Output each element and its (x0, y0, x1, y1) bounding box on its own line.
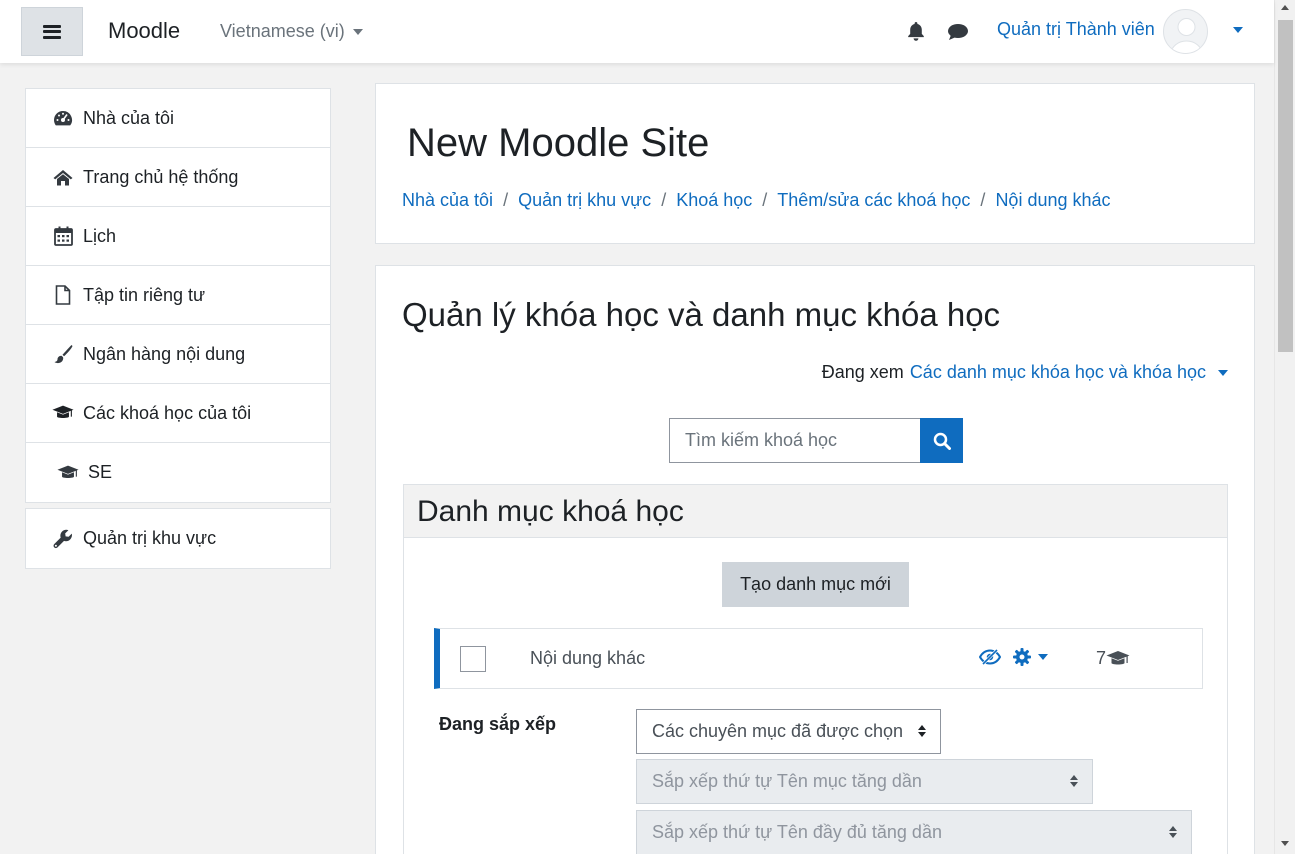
page-header: New Moodle Site Nhà của tôi / Quản trị k… (375, 83, 1255, 244)
graduation-cap-icon (1106, 650, 1130, 664)
select-arrows-icon (1169, 826, 1177, 838)
course-search (669, 418, 963, 463)
top-navbar: Moodle Vietnamese (vi) Quản trị Thành vi… (0, 0, 1274, 63)
breadcrumb-separator: / (762, 190, 768, 210)
search-icon (933, 432, 951, 450)
course-count-value: 7 (1096, 648, 1107, 668)
sidebar-item-site-admin[interactable]: Quản trị khu vực (26, 509, 330, 568)
file-icon (52, 285, 74, 305)
viewing-label: Đang xem (821, 362, 904, 382)
sidebar-item-course-se[interactable]: SE (26, 443, 330, 502)
sidebar-item-private-files[interactable]: Tập tin riêng tư (26, 266, 330, 325)
breadcrumb-separator: / (980, 190, 986, 210)
paintbrush-icon (52, 344, 74, 364)
view-mode-selector: Đang xem Các danh mục khóa học và khóa h… (822, 362, 1228, 383)
category-panel-title: Danh mục khoá học (404, 485, 1227, 538)
drawer-admin-list: Quản trị khu vực (25, 508, 331, 569)
scroll-down-arrow-icon[interactable] (1281, 841, 1289, 846)
section-heading: Quản lý khóa học và danh mục khóa học (402, 296, 1001, 333)
page-title: New Moodle Site (407, 121, 710, 165)
search-button[interactable] (920, 418, 963, 463)
sidebar-item-label: Quản trị khu vực (83, 528, 217, 548)
chevron-down-icon (1038, 654, 1048, 660)
wrench-icon (52, 529, 74, 549)
sidebar-item-label: Trang chủ hệ thống (83, 166, 239, 187)
create-category-button[interactable]: Tạo danh mục mới (722, 562, 909, 607)
user-name-link[interactable]: Quản trị Thành viên (997, 19, 1155, 40)
home-icon (52, 167, 74, 187)
user-silhouette-icon (1164, 10, 1207, 53)
dashboard-icon (52, 108, 74, 128)
sort-scope-select[interactable]: Các chuyên mục đã được chọn (636, 709, 941, 754)
site-brand[interactable]: Moodle (108, 18, 180, 44)
category-checkbox[interactable] (460, 646, 486, 672)
breadcrumb-dashboard[interactable]: Nhà của tôi (402, 190, 493, 211)
course-count: 7 (1096, 648, 1130, 669)
breadcrumb-miscellaneous[interactable]: Nội dung khác (995, 190, 1110, 211)
bell-icon[interactable] (906, 21, 926, 42)
sidebar-item-site-home[interactable]: Trang chủ hệ thống (26, 148, 330, 207)
category-sort-select[interactable]: Sắp xếp thứ tự Tên mục tăng dần (636, 759, 1093, 804)
search-input[interactable] (669, 418, 920, 463)
user-menu-chevron-icon[interactable] (1233, 27, 1243, 33)
sidebar-item-label: SE (88, 462, 113, 482)
breadcrumb-courses[interactable]: Khoá học (676, 190, 752, 211)
category-panel: Danh mục khoá học Tạo danh mục mới Nội d… (403, 484, 1228, 854)
breadcrumb-separator: / (503, 190, 509, 210)
sidebar-item-label: Lịch (83, 225, 117, 246)
main-content: Quản lý khóa học và danh mục khóa học Đa… (375, 265, 1255, 854)
sidebar-item-label: Ngân hàng nội dung (83, 343, 246, 364)
sidebar-item-calendar[interactable]: Lịch (26, 207, 330, 266)
eye-icon[interactable] (979, 649, 1001, 665)
breadcrumb-separator: / (661, 190, 667, 210)
calendar-icon (52, 226, 74, 246)
nav-drawer: Nhà của tôi Trang chủ hệ thống Lịch Tập … (0, 63, 356, 854)
gear-icon (1013, 648, 1031, 666)
category-sort-value: Sắp xếp thứ tự Tên mục tăng dần (652, 771, 922, 791)
hamburger-icon (43, 24, 61, 39)
select-arrows-icon (918, 725, 926, 737)
message-icon[interactable] (947, 23, 969, 41)
course-sort-value: Sắp xếp thứ tự Tên đầy đủ tăng dần (652, 822, 942, 842)
sidebar-item-dashboard[interactable]: Nhà của tôi (26, 89, 330, 148)
category-name[interactable]: Nội dung khác (530, 648, 645, 669)
breadcrumb-manage-courses[interactable]: Thêm/sửa các khoá học (777, 190, 970, 211)
chevron-down-icon (352, 28, 363, 35)
chevron-down-icon (1218, 369, 1228, 376)
sidebar-item-label: Nhà của tôi (83, 107, 175, 128)
select-arrows-icon (1070, 775, 1078, 787)
sidebar-item-my-courses[interactable]: Các khoá học của tôi (26, 384, 330, 443)
page-scrollbar[interactable] (1274, 0, 1295, 854)
breadcrumb-site-admin[interactable]: Quản trị khu vực (518, 190, 651, 211)
sidebar-item-content-bank[interactable]: Ngân hàng nội dung (26, 325, 330, 384)
drawer-nav-list: Nhà của tôi Trang chủ hệ thống Lịch Tập … (25, 88, 331, 503)
sidebar-item-label: Tập tin riêng tư (83, 284, 206, 305)
graduation-cap-icon (57, 463, 79, 483)
course-sort-select[interactable]: Sắp xếp thứ tự Tên đầy đủ tăng dần (636, 810, 1192, 854)
category-row[interactable]: Nội dung khác 7 (434, 628, 1203, 689)
category-actions (979, 648, 1048, 666)
scroll-up-arrow-icon[interactable] (1281, 5, 1289, 10)
category-settings-menu[interactable] (1013, 648, 1048, 666)
sidebar-item-label: Các khoá học của tôi (83, 402, 252, 423)
view-mode-value: Các danh mục khóa học và khóa học (909, 362, 1206, 382)
view-mode-dropdown[interactable]: Các danh mục khóa học và khóa học (910, 362, 1228, 383)
language-menu[interactable]: Vietnamese (vi) (220, 21, 363, 42)
avatar[interactable] (1163, 9, 1208, 54)
language-label: Vietnamese (vi) (220, 21, 345, 41)
sort-scope-value: Các chuyên mục đã được chọn (652, 721, 903, 741)
scroll-thumb[interactable] (1278, 20, 1293, 352)
breadcrumb: Nhà của tôi / Quản trị khu vực / Khoá họ… (402, 190, 1111, 211)
graduation-cap-icon (52, 403, 74, 423)
sort-label: Đang sắp xếp (439, 714, 557, 734)
drawer-toggle-button[interactable] (21, 7, 83, 56)
